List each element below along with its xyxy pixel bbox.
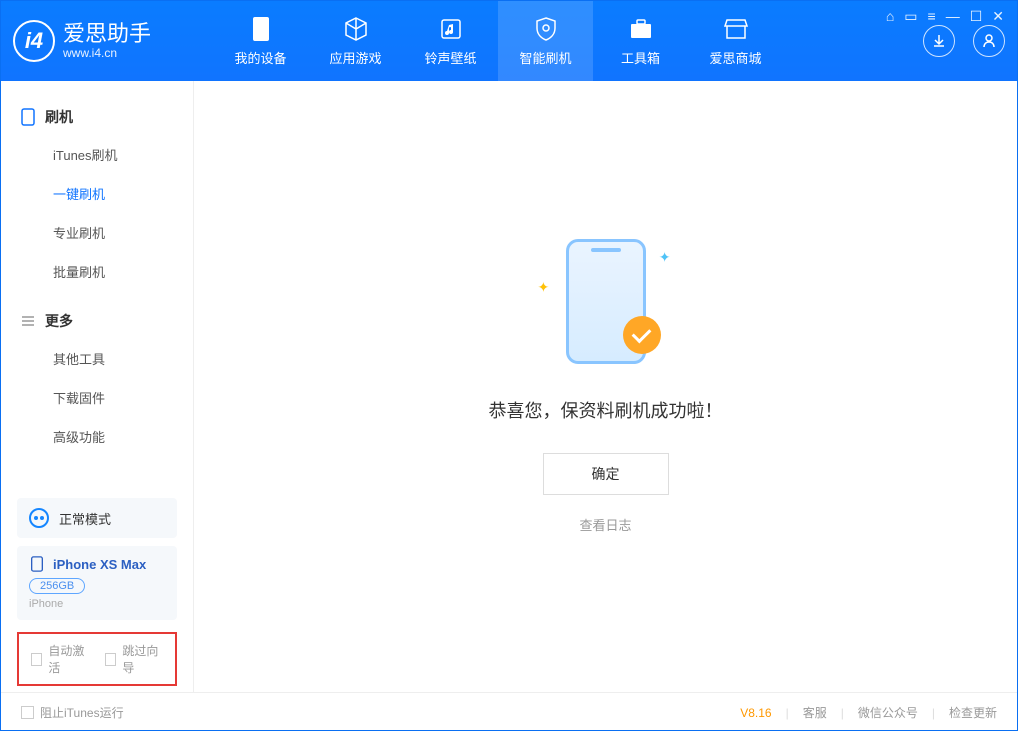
highlighted-options: 自动激活 跳过向导: [17, 632, 177, 686]
app-name: 爱思助手: [63, 22, 151, 46]
device-mode-box[interactable]: 正常模式: [17, 498, 177, 538]
view-log-link[interactable]: 查看日志: [579, 515, 631, 534]
logo-area: i4 爱思助手 www.i4.cn: [13, 20, 188, 62]
device-icon: [248, 16, 274, 42]
mode-label: 正常模式: [59, 509, 111, 528]
sidebar-item-oneclick-flash[interactable]: 一键刷机: [1, 174, 193, 213]
person-icon: [981, 33, 997, 49]
checkbox-icon: [105, 653, 116, 666]
device-name: iPhone XS Max: [53, 557, 146, 572]
sidebar-group-flash[interactable]: 刷机: [1, 99, 193, 135]
checkbox-icon: [31, 653, 42, 666]
tab-apps-games[interactable]: 应用游戏: [308, 1, 403, 81]
music-note-icon: [438, 16, 464, 42]
footer: 阻止iTunes运行 V8.16 | 客服 | 微信公众号 | 检查更新: [1, 692, 1017, 732]
sidebar-item-download-firmware[interactable]: 下载固件: [1, 378, 193, 417]
sidebar-group-more[interactable]: 更多: [1, 303, 193, 339]
sidebar: 刷机 iTunes刷机 一键刷机 专业刷机 批量刷机 更多 其他工具 下载固件 …: [1, 81, 193, 692]
app-logo-icon: i4: [13, 20, 55, 62]
storage-badge: 256GB: [29, 578, 85, 594]
version-label: V8.16: [740, 706, 771, 720]
checkbox-auto-activate[interactable]: 自动激活: [31, 642, 89, 676]
sidebar-item-other-tools[interactable]: 其他工具: [1, 339, 193, 378]
device-type: iPhone: [29, 598, 165, 610]
check-update-link[interactable]: 检查更新: [949, 704, 997, 721]
checkbox-block-itunes[interactable]: 阻止iTunes运行: [21, 704, 124, 721]
tab-toolbox[interactable]: 工具箱: [593, 1, 688, 81]
mode-icon: [29, 508, 49, 528]
check-badge-icon: [623, 316, 661, 354]
account-button[interactable]: [973, 25, 1005, 57]
tab-ringtone-wallpaper[interactable]: 铃声壁纸: [403, 1, 498, 81]
main-content: ✦ ✦ 恭喜您，保资料刷机成功啦！ 确定 查看日志: [193, 81, 1017, 692]
download-icon: [931, 33, 947, 49]
wechat-link[interactable]: 微信公众号: [858, 704, 918, 721]
phone-icon: [29, 556, 45, 572]
shield-icon: [533, 16, 559, 42]
tab-store[interactable]: 爱思商城: [688, 1, 783, 81]
layout-icon[interactable]: ▭: [904, 8, 917, 25]
sidebar-item-pro-flash[interactable]: 专业刷机: [1, 213, 193, 252]
sidebar-item-advanced[interactable]: 高级功能: [1, 417, 193, 456]
sidebar-item-batch-flash[interactable]: 批量刷机: [1, 252, 193, 291]
window-controls: ⌂ ▭ ≡ — ☐ ✕: [886, 8, 1004, 25]
briefcase-icon: [628, 16, 654, 42]
app-url: www.i4.cn: [63, 46, 151, 60]
menu-icon[interactable]: ≡: [928, 8, 936, 25]
tab-my-device[interactable]: 我的设备: [213, 1, 308, 81]
close-button[interactable]: ✕: [992, 8, 1004, 25]
download-button[interactable]: [923, 25, 955, 57]
support-link[interactable]: 客服: [803, 704, 827, 721]
checkbox-skip-wizard[interactable]: 跳过向导: [105, 642, 163, 676]
app-header: i4 爱思助手 www.i4.cn 我的设备 应用游戏 铃声壁纸 智能刷机 工具…: [1, 1, 1017, 81]
tab-smart-flash[interactable]: 智能刷机: [498, 1, 593, 81]
sidebar-item-itunes-flash[interactable]: iTunes刷机: [1, 135, 193, 174]
checkbox-icon: [21, 706, 34, 719]
hamburger-icon: [21, 314, 35, 328]
store-icon: [723, 16, 749, 42]
shirt-icon[interactable]: ⌂: [886, 8, 894, 25]
success-message: 恭喜您，保资料刷机成功啦！: [489, 397, 723, 423]
minimize-button[interactable]: —: [946, 8, 960, 25]
success-illustration: ✦ ✦: [546, 239, 666, 369]
cube-icon: [343, 16, 369, 42]
nav-tabs: 我的设备 应用游戏 铃声壁纸 智能刷机 工具箱 爱思商城: [213, 1, 783, 81]
maximize-button[interactable]: ☐: [970, 8, 983, 25]
device-info-box[interactable]: iPhone XS Max 256GB iPhone: [17, 546, 177, 620]
confirm-button[interactable]: 确定: [543, 453, 669, 495]
phone-outline-icon: [21, 108, 35, 126]
